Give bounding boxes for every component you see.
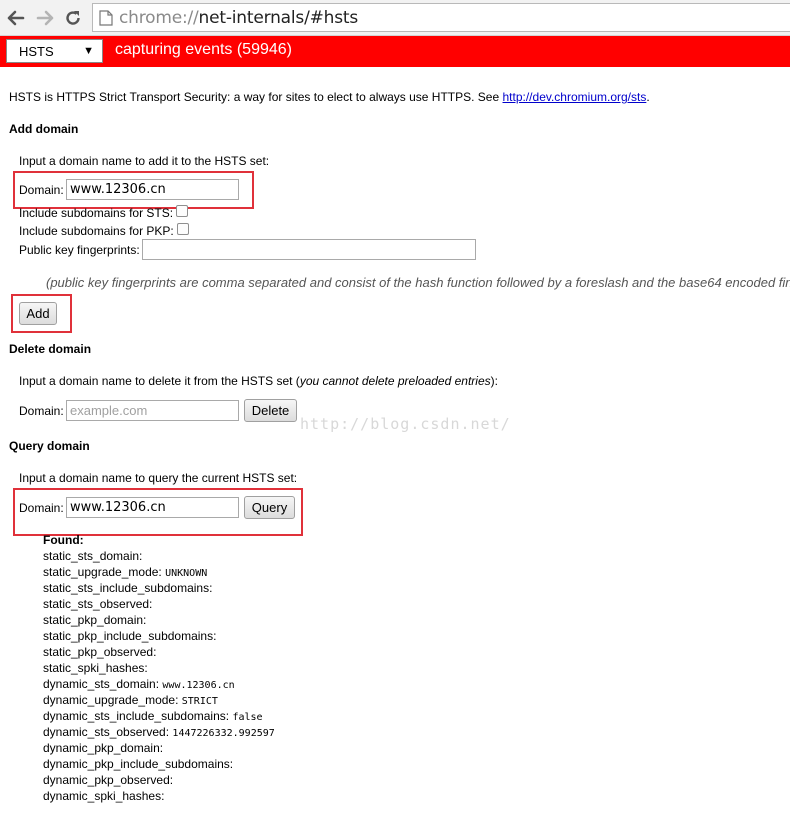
delete-instruction-post: ): bbox=[490, 374, 498, 388]
result-key: static_pkp_domain: bbox=[43, 613, 147, 627]
address-bar[interactable]: chrome://net-internals/#hsts bbox=[92, 3, 790, 32]
fingerprints-label: Public key fingerprints: bbox=[19, 243, 140, 257]
result-row: static_sts_domain: bbox=[43, 549, 142, 563]
result-value: 1447226332.992597 bbox=[172, 728, 275, 739]
result-key: dynamic_sts_include_subdomains: bbox=[43, 709, 230, 723]
delete-button[interactable]: Delete bbox=[244, 399, 297, 422]
intro-text: HSTS is HTTPS Strict Transport Security:… bbox=[9, 90, 650, 104]
result-row: dynamic_sts_domain: www.12306.cn bbox=[43, 677, 235, 691]
result-row: dynamic_pkp_domain: bbox=[43, 741, 163, 755]
result-key: static_pkp_include_subdomains: bbox=[43, 629, 217, 643]
delete-instruction-note: you cannot delete preloaded entries bbox=[299, 374, 491, 388]
result-row: static_pkp_include_subdomains: bbox=[43, 629, 216, 643]
intro-description: HSTS is HTTPS Strict Transport Security:… bbox=[9, 90, 503, 104]
result-row: dynamic_sts_include_subdomains: false bbox=[43, 709, 263, 723]
found-label: Found: bbox=[43, 533, 84, 547]
result-key: static_sts_include_subdomains: bbox=[43, 581, 213, 595]
query-domain-heading: Query domain bbox=[9, 439, 90, 453]
add-domain-highlight bbox=[13, 171, 254, 209]
result-value: UNKNOWN bbox=[165, 568, 208, 579]
view-selector[interactable]: HSTS ▼ bbox=[6, 39, 103, 63]
url-scheme: chrome:// bbox=[119, 7, 199, 28]
result-key: static_pkp_observed: bbox=[43, 645, 157, 659]
add-domain-heading: Add domain bbox=[9, 122, 79, 136]
result-key: dynamic_upgrade_mode: bbox=[43, 693, 179, 707]
url-text: chrome://net-internals/#hsts bbox=[119, 8, 358, 28]
fingerprints-hint: (public key fingerprints are comma separ… bbox=[46, 275, 790, 290]
result-row: static_upgrade_mode: UNKNOWN bbox=[43, 565, 207, 579]
browser-toolbar: chrome://net-internals/#hsts bbox=[0, 0, 790, 36]
result-key: dynamic_sts_domain: bbox=[43, 677, 160, 691]
delete-domain-instruction: Input a domain name to delete it from th… bbox=[19, 374, 498, 388]
capture-status-bar: HSTS ▼ capturing events (59946) bbox=[0, 36, 790, 67]
result-row: dynamic_pkp_observed: bbox=[43, 773, 173, 787]
result-row: static_sts_observed: bbox=[43, 597, 152, 611]
result-value: www.12306.cn bbox=[162, 680, 235, 691]
query-domain-highlight bbox=[13, 488, 303, 536]
result-value: false bbox=[232, 712, 263, 723]
result-value: STRICT bbox=[181, 696, 218, 707]
delete-domain-heading: Delete domain bbox=[9, 342, 92, 356]
result-key: dynamic_sts_observed: bbox=[43, 725, 170, 739]
result-key: dynamic_pkp_observed: bbox=[43, 773, 174, 787]
result-row: static_spki_hashes: bbox=[43, 661, 148, 675]
result-row: dynamic_spki_hashes: bbox=[43, 789, 164, 803]
result-row: static_pkp_domain: bbox=[43, 613, 146, 627]
add-domain-instruction: Input a domain name to add it to the HST… bbox=[19, 154, 270, 168]
dropdown-arrow-icon: ▼ bbox=[83, 45, 94, 57]
view-selector-value: HSTS bbox=[19, 43, 54, 59]
result-row: static_sts_include_subdomains: bbox=[43, 581, 212, 595]
result-key: static_sts_domain: bbox=[43, 549, 143, 563]
forward-arrow-icon[interactable] bbox=[35, 8, 55, 28]
result-key: dynamic_pkp_include_subdomains: bbox=[43, 757, 234, 771]
delete-domain-input[interactable]: example.com bbox=[66, 400, 239, 421]
back-arrow-icon[interactable] bbox=[6, 8, 26, 28]
result-key: dynamic_pkp_domain: bbox=[43, 741, 164, 755]
watermark-text: http://blog.csdn.net/ bbox=[300, 415, 511, 433]
result-row: static_pkp_observed: bbox=[43, 645, 156, 659]
intro-suffix: . bbox=[646, 90, 650, 104]
fingerprints-input[interactable] bbox=[142, 239, 476, 260]
sts-subdomains-checkbox[interactable] bbox=[176, 205, 188, 217]
capture-status-text: capturing events (59946) bbox=[115, 41, 292, 58]
sts-subdomains-label: Include subdomains for STS: bbox=[19, 206, 174, 220]
result-row: dynamic_upgrade_mode: STRICT bbox=[43, 693, 218, 707]
result-key: static_upgrade_mode: bbox=[43, 565, 162, 579]
result-key: static_spki_hashes: bbox=[43, 661, 148, 675]
result-row: dynamic_sts_observed: 1447226332.992597 bbox=[43, 725, 275, 739]
sts-docs-link[interactable]: http://dev.chromium.org/sts bbox=[503, 90, 647, 104]
result-key: static_sts_observed: bbox=[43, 597, 153, 611]
delete-instruction-pre: Input a domain name to delete it from th… bbox=[19, 374, 300, 388]
delete-domain-label: Domain: bbox=[19, 404, 64, 418]
url-path: net-internals/#hsts bbox=[198, 7, 359, 28]
pkp-subdomains-checkbox[interactable] bbox=[177, 223, 189, 235]
page-icon bbox=[99, 9, 113, 26]
pkp-subdomains-label: Include subdomains for PKP: bbox=[19, 224, 174, 238]
result-row: dynamic_pkp_include_subdomains: bbox=[43, 757, 233, 771]
query-domain-instruction: Input a domain name to query the current… bbox=[19, 471, 298, 485]
reload-icon[interactable] bbox=[63, 8, 83, 28]
add-button-highlight bbox=[11, 294, 72, 333]
result-key: dynamic_spki_hashes: bbox=[43, 789, 165, 803]
